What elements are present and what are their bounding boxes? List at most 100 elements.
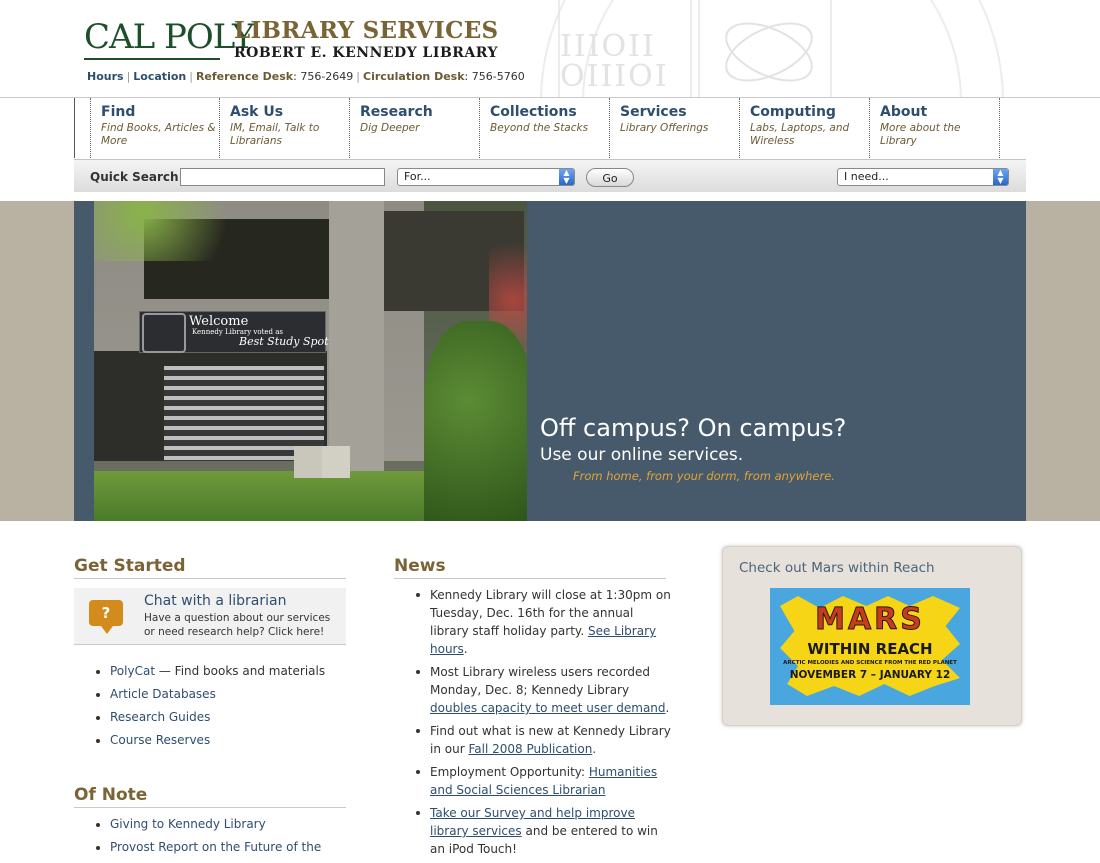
photo-shrub	[424, 321, 527, 521]
go-button[interactable]: Go	[586, 168, 634, 187]
polycat-link[interactable]: PolyCat	[110, 664, 155, 678]
news-text: .	[592, 742, 597, 756]
cal-poly-logo[interactable]: CAL POLY	[84, 20, 255, 54]
news-item: Most Library wireless users recorded Mon…	[394, 663, 674, 717]
of-note-heading: Of Note	[74, 785, 346, 808]
nav-subtitle: IM, Email, Talk to Librarians	[230, 122, 320, 147]
mars-within-reach-banner[interactable]: MARS WITHIN REACH ARCTIC MELODIES AND SC…	[770, 588, 970, 705]
select-arrows-icon: ▲ ▼	[559, 169, 574, 185]
quick-search-input[interactable]	[180, 168, 385, 186]
nav-item-research[interactable]: Research Dig Deeper	[350, 98, 480, 158]
feature-box: Check out Mars within Reach MARS WITHIN …	[722, 546, 1022, 726]
news-link[interactable]: doubles capacity to meet user demand	[430, 701, 666, 715]
feature-title-link[interactable]: Check out Mars within Reach	[739, 560, 935, 576]
banner-mars-text: MARS	[815, 602, 925, 638]
hero-headline: Off campus? On campus?	[540, 414, 847, 442]
polycat-description: — Find books and materials	[155, 664, 326, 678]
search-type-value: For...	[404, 170, 431, 183]
nav-subtitle: Library Offerings	[620, 122, 709, 134]
hours-link[interactable]: Hours	[87, 70, 124, 83]
nav-item-ask-us[interactable]: Ask Us IM, Email, Talk to Librarians	[220, 98, 350, 158]
photo-pillar	[329, 201, 384, 471]
site-subtitle: ROBERT E. KENNEDY LIBRARY	[234, 45, 498, 61]
nav-subtitle: Labs, Laptops, and Wireless	[750, 122, 850, 147]
nav-subtitle: Find Books, Articles & More	[101, 122, 216, 147]
main-nav: Find Find Books, Articles & More Ask Us …	[74, 98, 1027, 158]
separator: |	[356, 70, 361, 83]
list-item: PolyCat — Find books and materials	[74, 660, 346, 683]
hero-subheadline: Use our online services.	[540, 445, 744, 465]
list-item: Course Reserves	[74, 729, 346, 752]
quick-search-label: Quick Search	[90, 170, 179, 184]
photo-bin	[294, 446, 322, 478]
i-need-value: I need...	[844, 170, 889, 183]
header-quicklinks: Hours | Location | Reference Desk: 756-2649 |…	[87, 70, 525, 83]
news-text: Employment Opportunity:	[430, 765, 589, 779]
nav-item-computing[interactable]: Computing Labs, Laptops, and Wireless	[740, 98, 870, 158]
news-text: .	[463, 642, 468, 656]
search-type-select[interactable]: For... ▲ ▼	[397, 168, 575, 186]
nav-subtitle: Dig Deeper	[360, 122, 420, 134]
list-item: Provost Report on the Future of the	[74, 836, 346, 859]
hero-banner[interactable]: Welcome Kennedy Library voted as Best St…	[74, 201, 1026, 521]
hero-tagline: From home, from your dorm, from anywhere…	[573, 469, 835, 483]
select-arrows-icon: ▲ ▼	[993, 169, 1008, 185]
nav-subtitle: Beyond the Stacks	[490, 122, 589, 134]
chat-with-librarian-box[interactable]: ? Chat with a librarian Have a question …	[74, 588, 346, 645]
reference-desk-label: Reference Desk	[195, 70, 294, 83]
chat-title-link[interactable]: Chat with a librarian	[144, 593, 286, 609]
chat-description: Have a question about our services or ne…	[144, 612, 331, 638]
list-item: Article Databases	[74, 683, 346, 706]
giving-link[interactable]: Giving to Kennedy Library	[110, 817, 266, 831]
nav-item-about[interactable]: About More about the Library	[870, 98, 1000, 158]
news-item: Take our Survey and help improve library…	[394, 804, 674, 858]
news-text: .	[665, 701, 670, 715]
banner-tagline: ARCTIC MELODIES AND SCIENCE FROM THE RED…	[783, 660, 957, 666]
course-reserves-link[interactable]: Course Reserves	[110, 733, 210, 747]
location-link[interactable]: Location	[133, 70, 186, 83]
separator: |	[126, 70, 131, 83]
get-started-links: PolyCat — Find books and materials Artic…	[74, 660, 346, 752]
library-building-photo: Welcome Kennedy Library voted as Best St…	[94, 201, 527, 521]
article-databases-link[interactable]: Article Databases	[110, 687, 216, 701]
nav-title: Collections	[490, 104, 577, 120]
site-title[interactable]: LIBRARY SERVICES	[234, 18, 498, 44]
news-item: Kennedy Library will close at 1:30pm on …	[394, 586, 674, 658]
logo-underline	[84, 58, 220, 60]
list-item: Research Guides	[74, 706, 346, 729]
photo-sign-emblem	[142, 313, 186, 353]
banner-within-reach-text: WITHIN REACH	[807, 640, 933, 658]
photo-leaves	[94, 201, 254, 261]
reference-desk-phone: : 756-2649	[293, 70, 354, 83]
separator: |	[189, 70, 193, 83]
nav-item-collections[interactable]: Collections Beyond the Stacks	[480, 98, 610, 158]
news-item: Employment Opportunity: Humanities and S…	[394, 763, 674, 799]
seal-binary-text: IIIOII OIIIOI	[560, 29, 669, 94]
news-text: Most Library wireless users recorded Mon…	[430, 665, 651, 697]
news-item: Find out what is new at Kennedy Library …	[394, 722, 674, 758]
nav-title: Computing	[750, 104, 836, 120]
circulation-desk-label: Circulation Desk	[363, 70, 465, 83]
nav-title: Find	[101, 104, 136, 120]
nav-title: Services	[620, 104, 687, 120]
sign-title: Welcome	[189, 314, 249, 329]
i-need-select[interactable]: I need... ▲ ▼	[837, 168, 1009, 186]
list-item: Giving to Kennedy Library	[74, 813, 346, 836]
news-link[interactable]: Fall 2008 Publication	[468, 742, 592, 756]
of-note-links: Giving to Kennedy Library Provost Report…	[74, 813, 346, 859]
sign-best-study-spot: Best Study Spot	[239, 335, 329, 348]
nav-title: Research	[360, 104, 433, 120]
get-started-heading: Get Started	[74, 556, 346, 579]
circulation-desk-phone: : 756-5760	[464, 70, 525, 83]
banner-dates: NOVEMBER 7 – JANUARY 12	[789, 669, 951, 681]
nav-item-find[interactable]: Find Find Books, Articles & More	[90, 98, 220, 158]
nav-title: About	[880, 104, 928, 120]
nav-item-services[interactable]: Services Library Offerings	[610, 98, 740, 158]
chat-bubble-icon: ?	[89, 600, 123, 634]
research-guides-link[interactable]: Research Guides	[110, 710, 210, 724]
news-list: Kennedy Library will close at 1:30pm on …	[394, 586, 674, 863]
provost-report-link[interactable]: Provost Report on the Future of the	[110, 840, 321, 854]
news-heading: News	[394, 556, 666, 579]
nav-subtitle: More about the Library	[880, 122, 961, 147]
nav-title: Ask Us	[230, 104, 284, 120]
